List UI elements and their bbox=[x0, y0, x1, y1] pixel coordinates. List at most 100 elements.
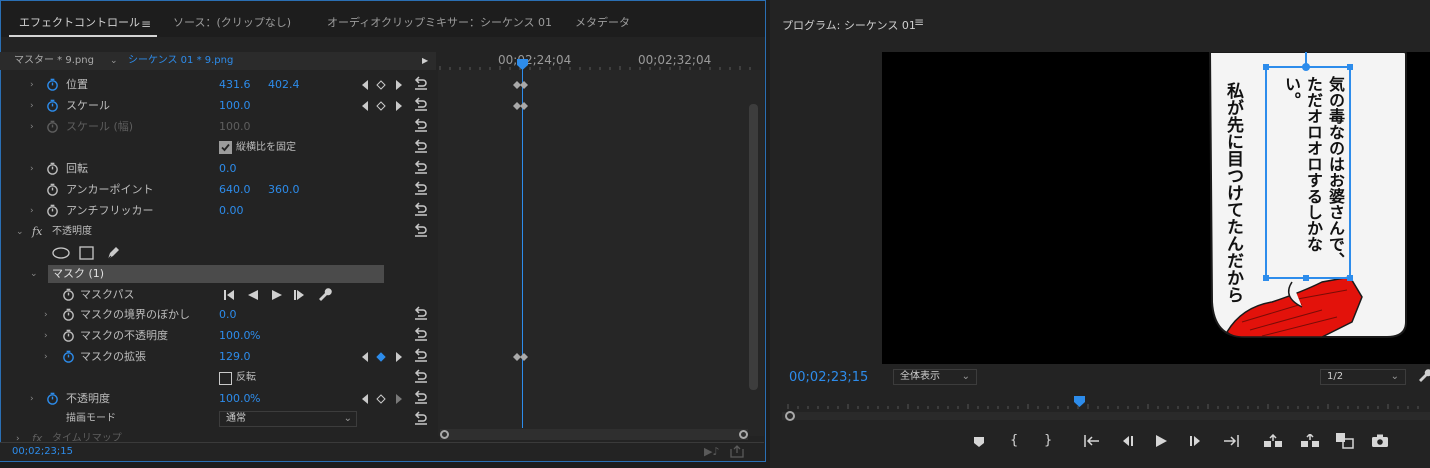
reset-icon[interactable] bbox=[414, 369, 428, 383]
mask-expansion-value[interactable]: 129.0 bbox=[219, 347, 251, 367]
checkbox-unchecked-icon[interactable] bbox=[219, 372, 232, 385]
position-x-value[interactable]: 431.6 bbox=[219, 75, 251, 95]
export-icon[interactable] bbox=[730, 445, 744, 458]
step-forward-icon[interactable] bbox=[1189, 435, 1203, 447]
stopwatch-icon[interactable] bbox=[46, 162, 59, 175]
stopwatch-icon[interactable] bbox=[46, 183, 59, 196]
timeline-ruler[interactable] bbox=[438, 40, 764, 70]
reset-icon[interactable] bbox=[414, 390, 428, 404]
extract-icon[interactable] bbox=[1301, 434, 1319, 448]
program-video-frame[interactable]: 気の毒なのはお婆さんで、ただオロオロするしかない。 私が先に目つけてたんだから bbox=[882, 51, 1430, 364]
stopwatch-icon[interactable] bbox=[46, 204, 59, 217]
pen-tool-icon[interactable] bbox=[105, 245, 121, 261]
add-marker-icon[interactable] bbox=[973, 436, 985, 448]
reset-icon[interactable] bbox=[414, 160, 428, 174]
keyframe-nav-opacity[interactable] bbox=[362, 394, 402, 407]
reset-icon[interactable] bbox=[414, 223, 428, 237]
chevron-right-icon[interactable]: › bbox=[30, 159, 34, 179]
anti-flicker-value[interactable]: 0.00 bbox=[219, 201, 244, 221]
resolution-dropdown[interactable]: 1/2 ⌄ bbox=[1320, 369, 1406, 385]
fx-icon[interactable]: fx bbox=[32, 222, 42, 242]
track-forward-icon[interactable] bbox=[272, 290, 282, 300]
stopwatch-icon[interactable] bbox=[62, 308, 75, 321]
tab-source[interactable]: ソース：(クリップなし) bbox=[173, 1, 291, 37]
stopwatch-icon[interactable] bbox=[62, 329, 75, 342]
filter-audio-icon[interactable]: ▶♪ bbox=[704, 445, 719, 458]
lift-icon[interactable] bbox=[1264, 434, 1282, 448]
tab-metadata[interactable]: メタデータ bbox=[575, 1, 630, 37]
effect-timeline[interactable] bbox=[438, 40, 764, 436]
anchor-x-value[interactable]: 640.0 bbox=[219, 180, 251, 200]
master-clip-label[interactable]: マスター * 9.png bbox=[14, 52, 94, 70]
program-timecode[interactable]: 00;02;23;15 bbox=[789, 370, 868, 385]
chevron-right-icon[interactable]: › bbox=[44, 347, 48, 367]
keyframe-mask-expansion[interactable] bbox=[513, 352, 531, 365]
blend-mode-dropdown[interactable]: 通常 ⌄ bbox=[219, 411, 357, 427]
step-back-icon[interactable] bbox=[1120, 435, 1134, 447]
go-to-out-icon[interactable] bbox=[1223, 435, 1239, 447]
checkbox-checked-icon[interactable] bbox=[219, 141, 232, 154]
current-time[interactable]: 00;02;23;15 bbox=[12, 446, 73, 457]
chevron-right-icon[interactable]: › bbox=[30, 389, 34, 409]
scroll-end-handle[interactable] bbox=[739, 430, 748, 439]
scroll-start-handle[interactable] bbox=[440, 430, 449, 439]
chevron-down-icon[interactable]: ⌄ bbox=[30, 265, 38, 283]
chevron-down-icon[interactable]: ⌄ bbox=[110, 52, 118, 70]
chevron-right-icon[interactable]: › bbox=[44, 305, 48, 325]
chevron-right-icon[interactable]: › bbox=[16, 429, 20, 441]
mask-feather-value[interactable]: 0.0 bbox=[219, 305, 237, 325]
chevron-down-icon[interactable]: ⌄ bbox=[16, 222, 24, 242]
chevron-right-icon[interactable]: › bbox=[30, 75, 34, 95]
playhead-line[interactable] bbox=[522, 60, 523, 428]
reset-icon[interactable] bbox=[414, 306, 428, 320]
tab-audio-clip-mixer[interactable]: オーディオクリップミキサー：シーケンス 01 bbox=[327, 1, 552, 37]
export-frame-camera-icon[interactable] bbox=[1372, 434, 1388, 447]
panel-menu-icon[interactable]: ≡ bbox=[914, 15, 924, 29]
chevron-right-icon[interactable]: › bbox=[30, 96, 34, 116]
reset-icon[interactable] bbox=[414, 327, 428, 341]
play-icon[interactable] bbox=[1154, 434, 1168, 448]
go-to-in-icon[interactable] bbox=[1084, 435, 1100, 447]
mark-out-icon[interactable]: } bbox=[1044, 433, 1052, 448]
reset-icon[interactable] bbox=[414, 139, 428, 153]
timeline-zoom-scrollbar[interactable] bbox=[440, 429, 748, 440]
rectangle-mask-icon[interactable] bbox=[79, 246, 94, 260]
keyframe-nav-mask-expansion[interactable] bbox=[362, 352, 402, 365]
keyframe-nav-position[interactable] bbox=[362, 80, 402, 93]
chevron-right-icon[interactable]: › bbox=[30, 117, 34, 137]
zoom-fit-dropdown[interactable]: 全体表示 ⌄ bbox=[893, 369, 977, 385]
wrench-icon[interactable] bbox=[318, 288, 332, 302]
keyframe-scale[interactable] bbox=[513, 101, 531, 114]
scale-value[interactable]: 100.0 bbox=[219, 96, 251, 116]
wrench-icon[interactable] bbox=[1419, 369, 1430, 383]
ellipse-mask-icon[interactable] bbox=[52, 247, 70, 259]
mark-in-icon[interactable]: { bbox=[1010, 433, 1018, 448]
reset-icon[interactable] bbox=[414, 202, 428, 216]
track-forward-one-icon[interactable] bbox=[294, 290, 306, 300]
reset-icon[interactable] bbox=[414, 411, 428, 425]
stopwatch-icon[interactable] bbox=[46, 78, 59, 91]
track-backward-icon[interactable] bbox=[248, 290, 258, 300]
program-time-ruler[interactable] bbox=[782, 396, 1430, 422]
stopwatch-icon[interactable] bbox=[62, 288, 75, 301]
position-y-value[interactable]: 402.4 bbox=[268, 75, 300, 95]
vertical-scrollbar[interactable] bbox=[749, 104, 758, 390]
program-title[interactable]: プログラム: シーケンス 01 bbox=[782, 17, 916, 33]
reset-icon[interactable] bbox=[414, 97, 428, 111]
reset-icon[interactable] bbox=[414, 181, 428, 195]
reset-icon[interactable] bbox=[414, 118, 428, 132]
chevron-right-icon[interactable]: › bbox=[44, 326, 48, 346]
chevron-right-icon[interactable]: › bbox=[30, 201, 34, 221]
keyframe-nav-scale[interactable] bbox=[362, 101, 402, 114]
mask-opacity-value[interactable]: 100.0 bbox=[219, 326, 251, 346]
track-backward-one-icon[interactable] bbox=[224, 290, 236, 300]
compare-view-icon[interactable] bbox=[1336, 433, 1354, 449]
panel-menu-icon[interactable]: ≡ bbox=[141, 17, 151, 31]
keyframe-position[interactable] bbox=[513, 80, 531, 93]
rotation-value[interactable]: 0.0 bbox=[219, 159, 237, 179]
stopwatch-icon[interactable] bbox=[46, 99, 59, 112]
anchor-y-value[interactable]: 360.0 bbox=[268, 180, 300, 200]
reset-icon[interactable] bbox=[414, 76, 428, 90]
program-playhead-icon[interactable] bbox=[1074, 396, 1085, 411]
tab-effect-controls[interactable]: エフェクトコントロール bbox=[19, 1, 140, 37]
